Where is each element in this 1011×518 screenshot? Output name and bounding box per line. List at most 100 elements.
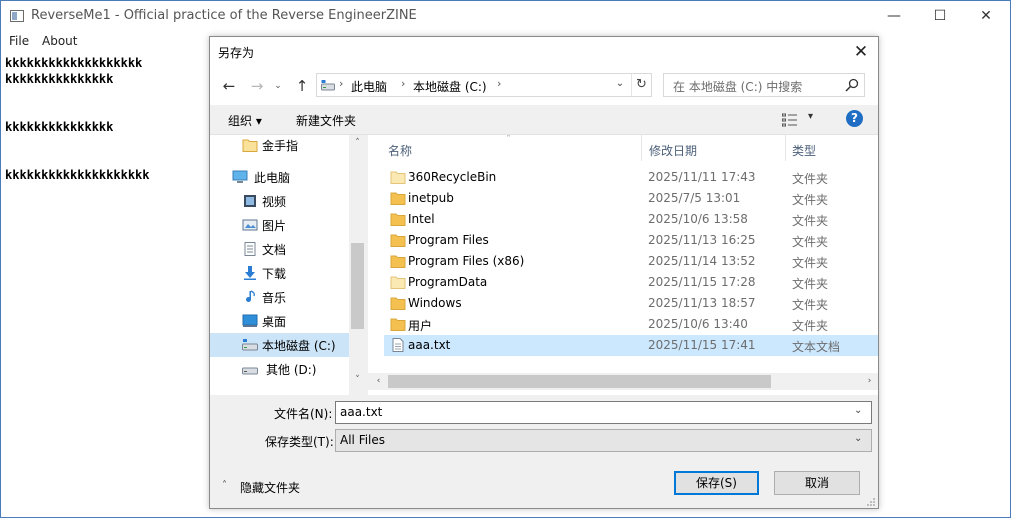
- folder-icon: [390, 234, 406, 247]
- chevron-down-icon: ⌄: [854, 433, 863, 444]
- filetype-select[interactable]: All Files ⌄: [335, 429, 872, 452]
- scroll-left-icon[interactable]: ‹: [370, 373, 387, 390]
- organize-button[interactable]: 组织 ▾: [228, 112, 262, 129]
- nav-item-label: 文档: [262, 243, 287, 257]
- file-name: Windows: [408, 296, 462, 310]
- file-type: 文件夹: [792, 172, 829, 186]
- file-row[interactable]: Program Files 2025/11/13 16:25 文件夹: [384, 230, 878, 251]
- forward-button[interactable]: →: [247, 76, 267, 96]
- refresh-icon[interactable]: ↻: [631, 74, 651, 96]
- nav-item-desktop[interactable]: 桌面: [210, 309, 349, 333]
- file-type: 文件夹: [792, 235, 829, 249]
- column-header-date[interactable]: 修改日期: [649, 142, 697, 159]
- search-input[interactable]: 在 本地磁盘 (C:) 中搜索: [663, 73, 865, 97]
- nav-item-label: 此电脑: [254, 171, 291, 185]
- help-button[interactable]: ?: [846, 110, 863, 127]
- dialog-titlebar[interactable]: 另存为 ✕: [210, 37, 878, 67]
- column-header-name[interactable]: 名称: [388, 142, 412, 159]
- nav-item-golden-finger[interactable]: 金手指: [210, 135, 349, 157]
- folder-icon: [242, 139, 258, 152]
- nav-item-other-d[interactable]: 其他 (D:): [210, 357, 349, 381]
- nav-item-local-disk-c[interactable]: 本地磁盘 (C:): [210, 333, 349, 357]
- column-headers: ˄ 名称 修改日期 类型: [368, 135, 878, 161]
- dialog-close-button[interactable]: ✕: [844, 37, 878, 67]
- save-button[interactable]: 保存(S): [674, 471, 759, 495]
- filename-input[interactable]: aaa.txt ⌄: [335, 401, 872, 424]
- file-row[interactable]: 用户 2025/10/6 13:40 文件夹: [384, 314, 878, 335]
- folder-icon: [390, 297, 406, 310]
- view-mode-button[interactable]: ▾: [782, 111, 820, 129]
- chevron-right-icon: ›: [401, 77, 406, 90]
- scroll-right-icon[interactable]: ›: [861, 373, 878, 390]
- column-divider[interactable]: [641, 135, 642, 161]
- nav-scrollbar[interactable]: ˄ ˅: [349, 135, 366, 395]
- text-content-area[interactable]: kkkkkkkkkkkkkkkkkkk kkkkkkkkkkkkkkk kkkk…: [3, 53, 209, 517]
- file-row[interactable]: inetpub 2025/7/5 13:01 文件夹: [384, 188, 878, 209]
- filetype-value: All Files: [340, 433, 386, 447]
- pictures-icon: [242, 219, 258, 231]
- address-bar[interactable]: › 此电脑 › 本地磁盘 (C:) › ⌄ ↻: [316, 73, 652, 97]
- navigation-bar: ← → ⌄ ↑ › 此电脑 › 本地磁盘 (C:) › ⌄ ↻ 在 本地磁盘 (…: [210, 67, 878, 105]
- nav-item-downloads[interactable]: 下载: [210, 261, 349, 285]
- chevron-up-icon: ˄: [222, 480, 227, 491]
- app-titlebar[interactable]: ReverseMe1 - Official practice of the Re…: [1, 1, 1010, 32]
- file-list[interactable]: ˄ 名称 修改日期 类型 360RecycleBin 2025/11/11 17…: [368, 135, 878, 395]
- nav-scroll-thumb[interactable]: [351, 243, 364, 329]
- file-row[interactable]: ProgramData 2025/11/15 17:28 文件夹: [384, 272, 878, 293]
- cancel-button[interactable]: 取消: [774, 471, 860, 495]
- minimize-button[interactable]: —: [871, 1, 917, 32]
- file-date: 2025/11/13 16:25: [648, 233, 756, 247]
- breadcrumb-this-pc[interactable]: 此电脑: [351, 78, 387, 95]
- music-icon: [246, 290, 255, 302]
- file-name: Program Files: [408, 233, 489, 247]
- navigation-pane[interactable]: 金手指 此电脑 视频 图片 文档 下载 音乐 桌面 本地磁盘 (C:) 其他 (…: [210, 135, 366, 395]
- file-row[interactable]: 360RecycleBin 2025/11/11 17:43 文件夹: [384, 167, 878, 188]
- file-row[interactable]: Windows 2025/11/13 18:57 文件夹: [384, 293, 878, 314]
- content-line: kkkkkkkkkkkkkkk: [5, 72, 114, 86]
- drive-icon: [242, 339, 258, 351]
- up-button[interactable]: ↑: [292, 76, 312, 96]
- sort-ascending-icon: ˄: [506, 135, 511, 145]
- scroll-up-icon[interactable]: ˄: [349, 135, 366, 152]
- chevron-right-icon: ›: [497, 77, 502, 90]
- chevron-down-icon[interactable]: ⌄: [613, 78, 627, 89]
- nav-item-music[interactable]: 音乐: [210, 285, 349, 309]
- folder-icon: [390, 318, 406, 331]
- breadcrumb-local-disk[interactable]: 本地磁盘 (C:): [413, 78, 487, 95]
- nav-item-documents[interactable]: 文档: [210, 237, 349, 261]
- content-line: kkkkkkkkkkkkkkk: [5, 120, 114, 134]
- nav-item-pictures[interactable]: 图片: [210, 213, 349, 237]
- folder-icon: [390, 255, 406, 268]
- back-button[interactable]: ←: [219, 76, 239, 96]
- close-button[interactable]: ✕: [963, 1, 1009, 32]
- filename-label: 文件名(N):: [274, 407, 333, 421]
- chevron-down-icon[interactable]: ⌄: [854, 405, 862, 416]
- new-folder-button[interactable]: 新建文件夹: [296, 112, 356, 129]
- file-date: 2025/11/14 13:52: [648, 254, 756, 268]
- file-name: ProgramData: [408, 275, 488, 289]
- file-row-selected[interactable]: aaa.txt 2025/11/15 17:41 文本文档: [384, 335, 878, 356]
- folder-icon: [390, 192, 406, 205]
- file-name: Intel: [408, 212, 435, 226]
- scroll-down-icon[interactable]: ˅: [349, 372, 366, 389]
- nav-item-this-pc[interactable]: 此电脑: [210, 165, 349, 189]
- file-type: 文件夹: [792, 193, 829, 207]
- horizontal-scrollbar[interactable]: ‹ ›: [368, 373, 878, 390]
- column-header-type[interactable]: 类型: [792, 142, 816, 159]
- file-row[interactable]: Intel 2025/10/6 13:58 文件夹: [384, 209, 878, 230]
- menu-file[interactable]: File: [9, 34, 29, 48]
- resize-grip-icon[interactable]: [866, 497, 876, 507]
- file-name: inetpub: [408, 191, 454, 205]
- download-icon: [244, 266, 256, 280]
- horizontal-scroll-thumb[interactable]: [388, 375, 771, 388]
- file-date: 2025/11/13 18:57: [648, 296, 756, 310]
- maximize-button[interactable]: ☐: [917, 1, 963, 32]
- content-line: kkkkkkkkkkkkkkkkkkk: [5, 56, 143, 70]
- menu-about[interactable]: About: [42, 34, 77, 48]
- recent-locations-button[interactable]: ⌄: [272, 76, 284, 96]
- nav-item-videos[interactable]: 视频: [210, 189, 349, 213]
- app-icon: [10, 10, 24, 22]
- column-divider[interactable]: [785, 135, 786, 161]
- nav-item-label: 桌面: [262, 315, 287, 329]
- file-row[interactable]: Program Files (x86) 2025/11/14 13:52 文件夹: [384, 251, 878, 272]
